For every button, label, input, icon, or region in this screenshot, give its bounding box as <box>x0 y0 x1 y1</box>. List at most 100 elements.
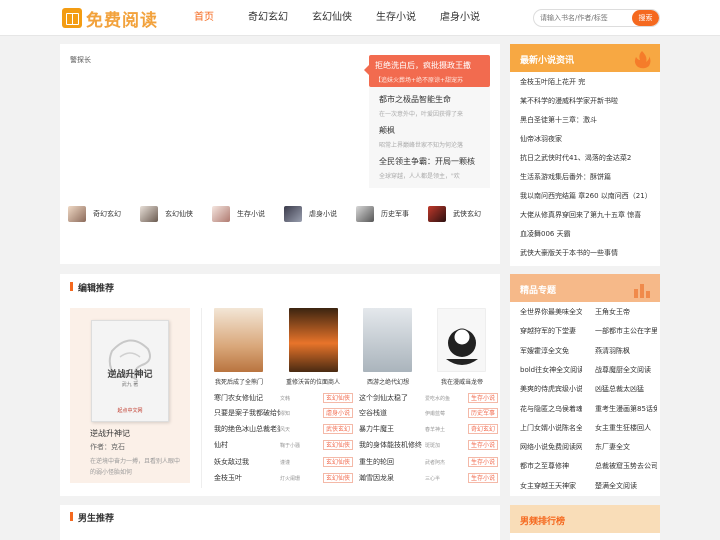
book-tag[interactable]: 生存小说 <box>468 473 499 483</box>
topic-item[interactable]: 都市之至尊修神 <box>520 461 582 471</box>
topic-item[interactable]: 战尊魔厨全文阅读 <box>595 365 657 375</box>
topic-item[interactable]: 上门女婿小说陈名全文 <box>520 423 582 433</box>
book-cover-caption[interactable]: 我在漫威当龙帝 <box>431 377 493 386</box>
book-name: 瀚雪因龙泉 <box>359 474 394 482</box>
news-item[interactable]: 黑白圣徒第十三章：激斗 <box>520 115 656 125</box>
book-author: 风天 <box>280 426 291 433</box>
book-name: 这个剑仙太稳了 <box>359 394 408 402</box>
list-item-title: 都市之极品智能生命 <box>379 95 451 104</box>
book-row[interactable]: 这个剑仙太稳了 爱吃水的鱼 生存小说 <box>359 392 499 404</box>
book-tag[interactable]: 历史军事 <box>468 408 499 418</box>
book-name: 只要是案子我都破给你看 <box>214 409 280 417</box>
news-item[interactable]: 武侠大豪版关于本书的一些事情 <box>520 248 656 258</box>
book-tag[interactable]: 虐身小说 <box>323 408 354 418</box>
book-tag[interactable]: 生存小说 <box>468 457 499 467</box>
book-row[interactable]: 我的身体能技机修终 斑斑加 生存小说 <box>359 439 499 451</box>
book-cover[interactable] <box>289 308 338 372</box>
topic-item[interactable]: 东厂妻全文 <box>595 442 657 452</box>
news-item[interactable]: 抗日之武侠时代41、渴落的金达菜2 <box>520 153 656 163</box>
topic-item[interactable]: 网络小说免费阅读网 <box>520 442 582 452</box>
topic-item[interactable]: 王角女王帝 <box>595 307 657 317</box>
book-author: 春羊神土 <box>425 426 446 433</box>
banner-side-list: 都市之极品智能生命 在一次意外中，叶爱因获得了来 颠枫 昭常上界巅峰世家不知为何… <box>369 87 490 188</box>
logo-text: 免费阅读 <box>86 10 158 31</box>
topic-item[interactable]: 花与隐匿之乌侯着魂 <box>520 404 582 414</box>
feature-book[interactable]: 逆战升神记 武九 著 起点中文网 逆战升神记 作者：克石 在逆境中奋力一搏，且看… <box>70 308 190 483</box>
male-panel <box>60 505 500 540</box>
banner-image-alt[interactable]: 警探长 <box>70 55 91 65</box>
book-row[interactable]: 妖女敌过我 谨谨 玄幻仙侠 <box>214 456 354 468</box>
nav-survival[interactable]: 生存小说 <box>364 0 428 36</box>
topic-item[interactable]: 燕清羽陈枫 <box>595 346 657 356</box>
nav-xianxia[interactable]: 玄幻仙侠 <box>300 0 364 36</box>
book-tag[interactable]: 武侠玄幻 <box>323 424 354 434</box>
list-item[interactable]: 都市之极品智能生命 在一次意外中，叶爱因获得了来 <box>379 91 480 122</box>
book-row[interactable]: 寒门农女修仙记 文韩 玄幻仙侠 <box>214 392 354 404</box>
book-tag[interactable]: 生存小说 <box>468 440 499 450</box>
list-item[interactable]: 全民领主争霸：开局一颗核 全球穿越，人人都是领主，"欢 <box>379 153 480 184</box>
news-item[interactable]: 某不科学的漫威科学家开新书啦 <box>520 96 656 106</box>
book-row[interactable]: 仙村 鞠于小骚 玄幻仙侠 <box>214 439 354 451</box>
book-cover-caption[interactable]: 重修沃苦的位面商人 <box>282 377 344 386</box>
topic-item[interactable]: 总裁被窟玉势去公司 <box>595 461 657 471</box>
book-row[interactable]: 瀚雪因龙泉 三心半 生存小说 <box>359 472 499 484</box>
news-item[interactable]: 生活系游戏集后番外：酥饼篇 <box>520 172 656 182</box>
book-cover-caption[interactable]: 我死后成了全熊门 <box>208 377 270 386</box>
book-row[interactable]: 金枝玉叶 灯火阑珊 玄幻仙侠 <box>214 472 354 484</box>
book-tag[interactable]: 奇幻玄幻 <box>468 424 499 434</box>
site-logo[interactable]: 免费阅读 <box>62 8 158 31</box>
book-author: 缪知 <box>280 410 291 417</box>
search-input[interactable] <box>540 10 632 26</box>
news-item[interactable]: 我以南问西完结篇 章260 以南问西（21） <box>520 191 656 201</box>
book-name: 我的绝色冰山总裁老婆 <box>214 425 280 433</box>
book-row[interactable]: 我的绝色冰山总裁老婆 风天 武侠玄幻 <box>214 423 354 435</box>
topic-item[interactable]: 军嫂霍淳全文免 <box>520 346 582 356</box>
ad-slide-active[interactable]: 拒绝洗白后，疯批摄政王撒 【追妹火葬场+绝不原谅+甜宠苏 <box>364 55 490 87</box>
topic-item[interactable]: 女主重生狂楼回人 <box>595 423 657 433</box>
topic-item[interactable]: bold往女神全文阅读 <box>520 365 582 375</box>
book-row[interactable]: 暴力牛魔王 春羊神土 奇幻玄幻 <box>359 423 499 435</box>
book-tag[interactable]: 玄幻仙侠 <box>323 457 354 467</box>
divider <box>201 308 202 488</box>
nav-fantasy[interactable]: 奇幻玄幻 <box>236 0 300 36</box>
topic-item[interactable]: 女主穿越王天神家 <box>520 481 582 491</box>
topic-item[interactable]: 一部都市主公在字里行间 <box>595 326 657 336</box>
topic-item[interactable]: 美爽的侍虎宾级小说 <box>520 384 582 394</box>
book-author: 文韩 <box>280 395 291 402</box>
news-item[interactable]: 仙帝冰羽夜家 <box>520 134 656 144</box>
book-tag[interactable]: 玄幻仙侠 <box>323 440 354 450</box>
list-item-sub: 在一次意外中，叶爱因获得了来 <box>379 111 464 118</box>
book-row[interactable]: 空谷栈道 伊甫蓝莓 历史军事 <box>359 407 499 419</box>
book-cover-caption[interactable]: 西游之绝代幻想 <box>357 377 419 386</box>
book-cover[interactable] <box>214 308 263 372</box>
book-author: 斑斑加 <box>425 442 441 449</box>
book-tag[interactable]: 玄幻仙侠 <box>323 393 354 403</box>
book-row[interactable]: 重生的轮回 武者阿杰 生存小说 <box>359 456 499 468</box>
book-cover[interactable] <box>437 308 486 372</box>
category-history[interactable]: 历史军事 <box>356 205 428 223</box>
category-fantasy[interactable]: 奇幻玄幻 <box>68 205 140 223</box>
topic-item[interactable]: 凶猛总裁太凶猛 <box>595 384 657 394</box>
nav-abuse[interactable]: 虐身小说 <box>428 0 492 36</box>
topic-item[interactable]: 重考生漫画第85话免费 <box>595 404 657 414</box>
news-item[interactable]: 金枝玉叶陌上花开 完 <box>520 77 656 87</box>
feature-cover-title: 逆战升神记 <box>107 370 153 380</box>
book-tag[interactable]: 玄幻仙侠 <box>323 473 354 483</box>
topic-item[interactable]: 穿越狩军的下堂妻 <box>520 326 582 336</box>
category-xianxia[interactable]: 玄幻仙侠 <box>140 205 212 223</box>
topic-header: 精品专题 <box>510 274 660 302</box>
book-row[interactable]: 只要是案子我都破给你看缪知 虐身小说 <box>214 407 354 419</box>
category-abuse[interactable]: 虐身小说 <box>284 205 356 223</box>
category-survival[interactable]: 生存小说 <box>212 205 284 223</box>
book-tag[interactable]: 生存小说 <box>468 393 499 403</box>
book-cover[interactable] <box>363 308 412 372</box>
news-item[interactable]: 血凌舞006 天霸 <box>520 229 656 239</box>
search-button[interactable]: 搜索 <box>632 10 659 26</box>
category-wuxia[interactable]: 武侠玄幻 <box>428 205 500 223</box>
nav-home[interactable]: 首页 <box>172 0 236 36</box>
list-item[interactable]: 颠枫 昭常上界巅峰世家不知为何沦落 <box>379 122 480 153</box>
news-item[interactable]: 大佬从修真界穿回来了第九十五章 惊喜 <box>520 210 656 220</box>
topic-item[interactable]: 楚满全文阅读 <box>595 481 657 491</box>
topic-title: 精品专题 <box>520 286 557 296</box>
topic-item[interactable]: 全世界你最美味全文阅读 <box>520 307 582 317</box>
